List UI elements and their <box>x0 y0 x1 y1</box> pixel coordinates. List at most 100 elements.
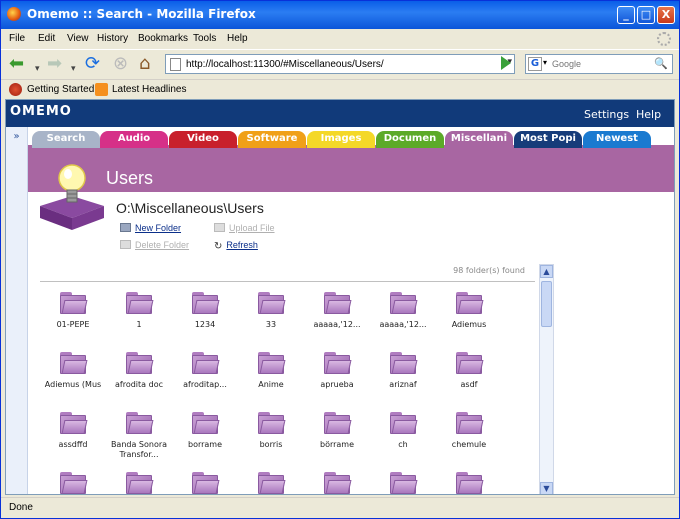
folder-item[interactable] <box>238 470 304 494</box>
folder-label: aaaaa,'12... <box>379 320 427 329</box>
tab-video[interactable]: Video <box>169 131 237 148</box>
tab-most-popular[interactable]: Most Popi <box>514 131 582 148</box>
folder-item[interactable] <box>172 470 238 494</box>
folder-icon <box>126 412 154 434</box>
folder-icon <box>456 352 484 374</box>
refresh-button[interactable]: ↻ Refresh <box>214 240 258 252</box>
close-button[interactable]: X <box>657 6 675 24</box>
folder-item[interactable]: aaaaa,'12... <box>304 290 370 348</box>
folder-item[interactable]: afroditap... <box>172 350 238 408</box>
folder-item[interactable]: 33 <box>238 290 304 348</box>
folder-item[interactable]: 1234 <box>172 290 238 348</box>
tab-miscellaneous[interactable]: Miscellani <box>445 131 513 148</box>
folder-item[interactable] <box>370 470 436 494</box>
forward-dropdown-icon[interactable]: ▾ <box>71 59 76 79</box>
tab-audio[interactable]: Audio <box>100 131 168 148</box>
folder-icon <box>390 292 418 314</box>
back-icon[interactable]: ⬅ <box>9 54 24 74</box>
folder-label: 1234 <box>194 320 216 329</box>
folder-item[interactable]: afrodita doc <box>106 350 172 408</box>
folder-icon <box>390 472 418 494</box>
folder-item[interactable]: ch <box>370 410 436 468</box>
folder-icon <box>390 352 418 374</box>
folder-item[interactable]: borris <box>238 410 304 468</box>
scroll-up-icon[interactable]: ▲ <box>540 265 553 278</box>
maximize-button[interactable]: □ <box>637 6 655 24</box>
collapse-sidebar-button[interactable]: » <box>6 127 28 494</box>
folder-label: asdf <box>460 380 478 389</box>
folder-item[interactable] <box>40 470 106 494</box>
omemo-logo[interactable]: OMEMO <box>10 104 72 119</box>
folder-item[interactable]: chemule <box>436 410 502 468</box>
tab-search[interactable]: Search <box>32 131 100 148</box>
folder-icon <box>192 292 220 314</box>
upload-file-button[interactable]: Upload File <box>214 223 275 233</box>
bookmark-getting-started[interactable]: Getting Started <box>27 84 94 95</box>
help-link[interactable]: Help <box>636 108 661 121</box>
menu-tools[interactable]: Tools <box>193 33 216 44</box>
folder-item[interactable]: Adiemus <box>436 290 502 348</box>
menu-help[interactable]: Help <box>227 33 248 44</box>
vertical-scrollbar[interactable]: ▲ ▼ <box>539 264 554 494</box>
folder-item[interactable]: aprueba <box>304 350 370 408</box>
folder-item[interactable]: asdf <box>436 350 502 408</box>
folder-icon <box>324 472 352 494</box>
browser-window: Omemo :: Search - Mozilla Firefox _ □ X … <box>0 0 680 519</box>
scroll-thumb[interactable] <box>541 281 552 327</box>
forward-icon[interactable]: ➡ <box>47 54 62 74</box>
menu-file[interactable]: File <box>9 33 25 44</box>
go-icon[interactable] <box>501 56 511 70</box>
reload-icon[interactable]: ⟳ <box>85 54 100 74</box>
folder-item[interactable]: börrame <box>304 410 370 468</box>
bookmark-latest-headlines[interactable]: Latest Headlines <box>112 84 187 95</box>
tab-newest[interactable]: Newest <box>583 131 651 148</box>
folder-label: Anime <box>258 380 284 389</box>
search-input[interactable] <box>552 57 648 71</box>
search-bar[interactable]: G ▾ 🔍 <box>525 54 673 74</box>
folder-item[interactable]: Banda Sonora Transfor... <box>106 410 172 468</box>
search-icon[interactable]: 🔍 <box>654 57 668 70</box>
navigation-toolbar: ⬅ ▾ ➡ ▾ ⟳ ⊗ ⌂ ▾ G ▾ 🔍 <box>1 49 679 79</box>
menu-bookmarks[interactable]: Bookmarks <box>138 33 188 44</box>
menu-edit[interactable]: Edit <box>38 33 55 44</box>
delete-folder-button[interactable]: Delete Folder <box>120 240 189 250</box>
folder-item[interactable]: borrame <box>172 410 238 468</box>
folder-item[interactable]: 01-PEPE <box>40 290 106 348</box>
tab-documents[interactable]: Documen <box>376 131 444 148</box>
folder-item[interactable]: assdffd <box>40 410 106 468</box>
scroll-down-icon[interactable]: ▼ <box>540 482 553 494</box>
folder-item[interactable]: ariznaf <box>370 350 436 408</box>
url-input[interactable] <box>186 57 486 71</box>
folder-icon <box>60 352 88 374</box>
new-folder-button[interactable]: New Folder <box>120 223 181 233</box>
folder-item[interactable] <box>304 470 370 494</box>
address-bar[interactable]: ▾ <box>165 54 515 74</box>
folder-label: aprueba <box>320 380 354 389</box>
menu-history[interactable]: History <box>97 33 128 44</box>
tab-software[interactable]: Software <box>238 131 306 148</box>
bookmarks-toolbar: Getting Started Latest Headlines <box>1 79 679 99</box>
folder-item[interactable]: Anime <box>238 350 304 408</box>
folder-item[interactable]: aaaaa,'12... <box>370 290 436 348</box>
google-icon[interactable]: G <box>528 57 542 71</box>
folder-label: chemule <box>451 440 487 449</box>
stop-icon[interactable]: ⊗ <box>113 54 128 74</box>
status-text: Done <box>9 502 33 513</box>
back-dropdown-icon[interactable]: ▾ <box>35 59 40 79</box>
folder-item[interactable] <box>436 470 502 494</box>
home-icon[interactable]: ⌂ <box>139 54 150 74</box>
folder-item[interactable]: Adiemus (Mus <box>40 350 106 408</box>
folder-label: Adiemus <box>451 320 487 329</box>
tab-images[interactable]: Images <box>307 131 375 148</box>
window-title: Omemo :: Search - Mozilla Firefox <box>27 7 256 21</box>
engine-dropdown-icon[interactable]: ▾ <box>543 58 547 67</box>
menu-bar: File Edit View History Bookmarks Tools H… <box>1 29 679 49</box>
menu-view[interactable]: View <box>67 33 89 44</box>
folder-icon <box>126 472 154 494</box>
folder-label: assdffd <box>58 440 88 449</box>
settings-link[interactable]: Settings <box>584 108 629 121</box>
folder-item[interactable]: 1 <box>106 290 172 348</box>
folder-item[interactable] <box>106 470 172 494</box>
minimize-button[interactable]: _ <box>617 6 635 24</box>
folder-icon <box>390 412 418 434</box>
